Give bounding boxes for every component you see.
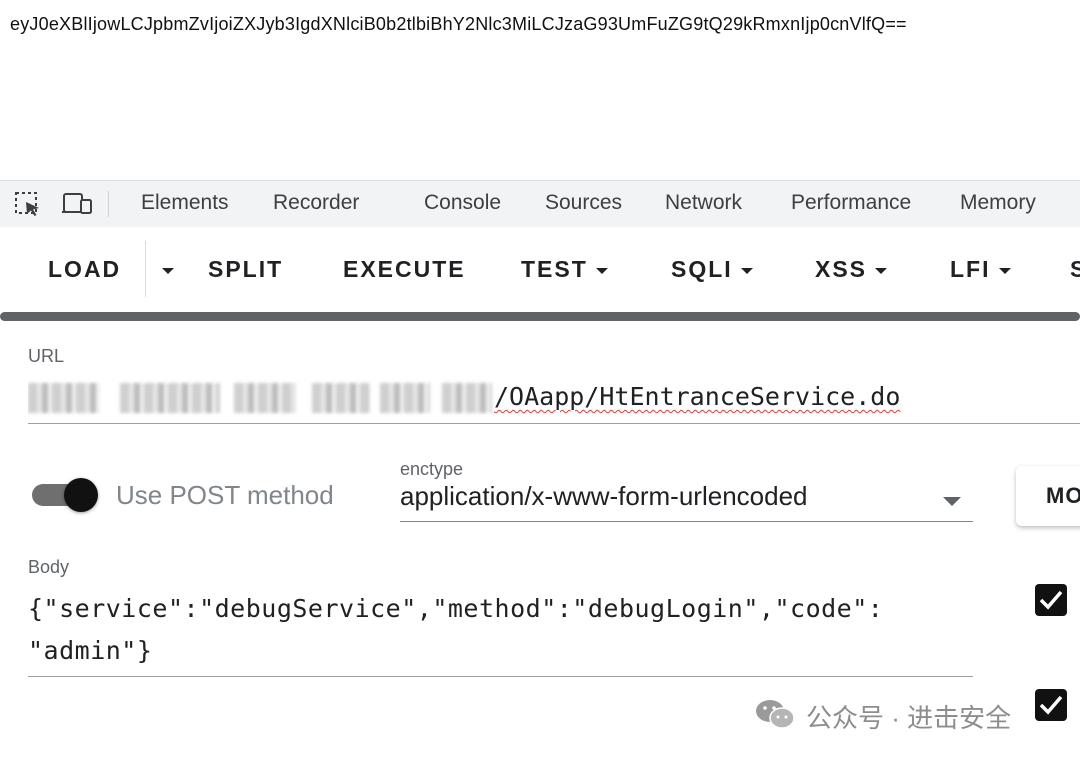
redacted-host bbox=[380, 383, 430, 413]
toolbar-divider bbox=[108, 191, 109, 217]
sqli-button[interactable]: SQLI bbox=[671, 256, 753, 283]
wechat-logo-icon bbox=[754, 697, 796, 731]
watermark-text: 公众号 · 进击安全 bbox=[806, 703, 1012, 733]
toggle-thumb bbox=[64, 478, 98, 512]
url-path-text: /OAapp/HtEntranceService.do bbox=[494, 382, 901, 411]
lfi-button[interactable]: LFI bbox=[950, 256, 1011, 283]
checkmark-icon bbox=[1039, 590, 1063, 610]
hackbar-toolbar: LOAD SPLIT EXECUTE TEST SQLI XSS LFI S bbox=[0, 227, 1080, 315]
redacted-host bbox=[312, 383, 370, 413]
test-button-label: TEST bbox=[521, 256, 588, 282]
url-input[interactable]: /OAapp/HtEntranceService.do bbox=[28, 375, 1080, 424]
checkmark-icon bbox=[1039, 695, 1063, 715]
redacted-host bbox=[120, 383, 220, 413]
xss-button-label: XSS bbox=[815, 256, 868, 282]
sqli-button-label: SQLI bbox=[671, 256, 733, 282]
devtools-tab-bar: Elements Recorder Console Sources Networ… bbox=[0, 180, 1080, 228]
tab-network[interactable]: Network bbox=[665, 191, 742, 215]
tab-elements[interactable]: Elements bbox=[141, 191, 229, 215]
enctype-label: enctype bbox=[400, 459, 464, 479]
redacted-host bbox=[234, 383, 296, 413]
body-textarea[interactable]: {"service":"debugService","method":"debu… bbox=[28, 588, 973, 677]
test-button[interactable]: TEST bbox=[521, 256, 608, 283]
lfi-button-label: LFI bbox=[950, 256, 991, 282]
redacted-host bbox=[442, 383, 492, 413]
use-post-toggle[interactable] bbox=[32, 478, 100, 512]
url-label: URL bbox=[28, 346, 65, 366]
body-line-1: {"service":"debugService","method":"debu… bbox=[28, 594, 884, 623]
redacted-host bbox=[28, 383, 100, 413]
more-button[interactable]: S bbox=[1070, 256, 1080, 283]
chevron-down-icon bbox=[162, 267, 174, 274]
body-label: Body bbox=[28, 557, 70, 577]
body-checkbox[interactable] bbox=[1035, 584, 1067, 616]
tab-performance[interactable]: Performance bbox=[791, 191, 911, 215]
chevron-down-icon bbox=[875, 267, 888, 274]
tab-memory[interactable]: Memory bbox=[960, 191, 1036, 215]
dropdown-arrow-icon bbox=[943, 497, 961, 506]
chevron-down-icon bbox=[595, 267, 608, 274]
chevron-down-icon bbox=[998, 267, 1011, 274]
chevron-down-icon bbox=[740, 267, 753, 274]
page-content: eyJ0eXBlIjowLCJpbmZvIjoiZXJyb3IgdXNlciB0… bbox=[0, 0, 1080, 180]
enctype-value: application/x-www-form-urlencoded bbox=[400, 481, 808, 511]
progress-bar bbox=[0, 312, 1080, 321]
inspect-element-icon[interactable] bbox=[14, 191, 42, 217]
body-line-2: "admin"} bbox=[28, 636, 153, 665]
tab-sources[interactable]: Sources bbox=[545, 191, 622, 215]
response-text: eyJ0eXBlIjowLCJpbmZvIjoiZXJyb3IgdXNlciB0… bbox=[10, 14, 907, 34]
load-button[interactable]: LOAD bbox=[48, 256, 121, 283]
device-toolbar-icon[interactable] bbox=[62, 191, 92, 217]
split-button[interactable]: SPLIT bbox=[208, 256, 283, 283]
modify-header-button[interactable]: MO bbox=[1016, 466, 1080, 526]
use-post-label: Use POST method bbox=[116, 480, 334, 510]
tab-console[interactable]: Console bbox=[424, 191, 501, 215]
tab-recorder[interactable]: Recorder bbox=[273, 191, 359, 215]
option-checkbox[interactable] bbox=[1035, 689, 1067, 721]
load-dropdown-button[interactable] bbox=[154, 256, 174, 283]
enctype-select[interactable]: application/x-www-form-urlencoded bbox=[400, 481, 973, 522]
execute-button[interactable]: EXECUTE bbox=[343, 256, 466, 283]
toolbar-separator bbox=[145, 241, 146, 297]
xss-button[interactable]: XSS bbox=[815, 256, 888, 283]
